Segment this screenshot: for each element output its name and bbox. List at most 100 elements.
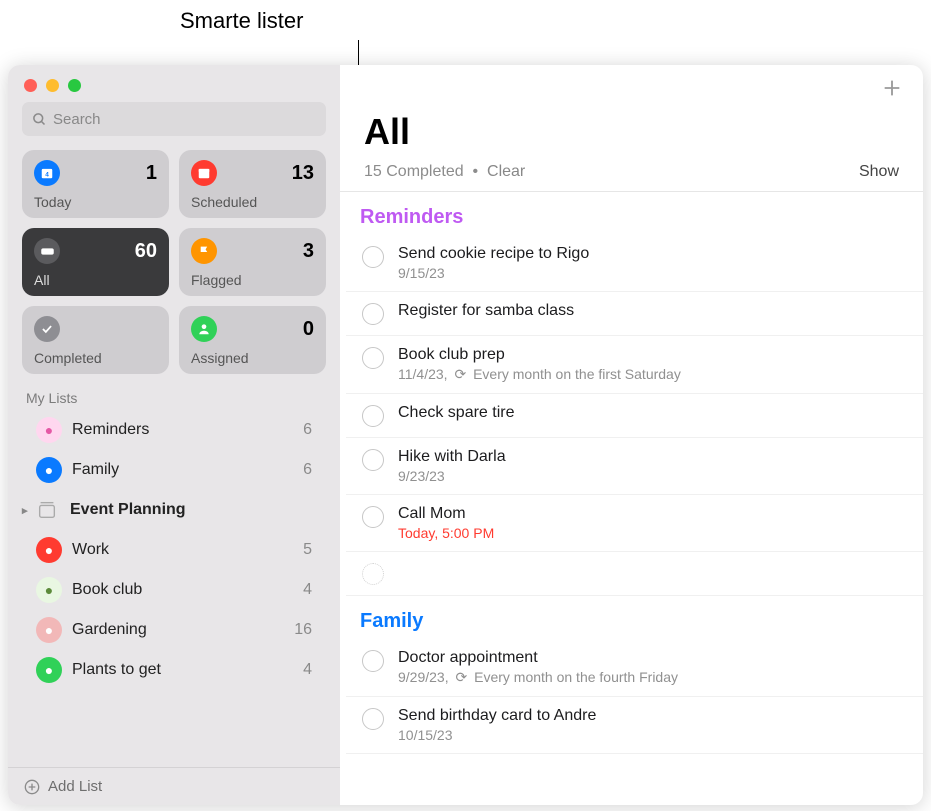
- list-count: 5: [303, 541, 322, 559]
- complete-toggle[interactable]: [362, 303, 384, 325]
- complete-toggle[interactable]: [362, 708, 384, 730]
- complete-toggle[interactable]: [362, 405, 384, 427]
- clear-button[interactable]: Clear: [487, 163, 525, 180]
- reminder-title: Check spare tire: [398, 404, 903, 422]
- list-label: Event Planning: [70, 501, 186, 519]
- smart-list-count: 0: [303, 318, 314, 341]
- smart-list-label: All: [34, 272, 157, 288]
- repeat-icon: ⟳: [454, 366, 466, 383]
- list-row[interactable]: ●Book club4: [8, 570, 340, 610]
- list-icon: ●: [36, 417, 62, 443]
- complete-toggle[interactable]: [362, 347, 384, 369]
- complete-toggle[interactable]: [362, 506, 384, 528]
- list-row[interactable]: ● Plants to get 4: [8, 650, 340, 690]
- smart-list-label: Assigned: [191, 350, 314, 366]
- complete-toggle[interactable]: [362, 563, 384, 585]
- smart-list-count: 13: [292, 162, 314, 185]
- group-header[interactable]: Family: [340, 596, 923, 639]
- reminder-title: Send cookie recipe to Rigo: [398, 245, 903, 263]
- smart-list-today[interactable]: 4 1 Today: [22, 150, 169, 218]
- search-icon: [32, 112, 47, 127]
- page-title: All: [340, 111, 923, 159]
- list-count: 6: [303, 461, 322, 479]
- close-button[interactable]: [24, 79, 37, 92]
- complete-toggle[interactable]: [362, 246, 384, 268]
- reminders-content: Reminders Send cookie recipe to Rigo 9/15/…: [340, 192, 923, 805]
- smart-list-label: Today: [34, 194, 157, 210]
- smart-list-count: 60: [135, 240, 157, 263]
- new-reminder-button[interactable]: [881, 77, 903, 99]
- list-label: Reminders: [72, 421, 149, 439]
- reminder-title: Send birthday card to Andre: [398, 707, 903, 725]
- smart-list-label: Flagged: [191, 272, 314, 288]
- reminder-row[interactable]: [346, 552, 923, 596]
- add-list-label: Add List: [48, 778, 102, 795]
- reminder-row[interactable]: Call MomToday, 5:00 PM: [346, 495, 923, 552]
- list-icon: ●: [36, 457, 62, 483]
- list-count: 4: [303, 581, 322, 599]
- reminder-subtitle: 10/15/23: [398, 727, 903, 743]
- reminder-row[interactable]: Hike with Darla 9/23/23: [346, 438, 923, 495]
- show-button[interactable]: Show: [859, 163, 899, 181]
- smart-lists-grid: 4 1 Today 13 Scheduled 60 All 3 Flagged Completed…: [8, 150, 340, 374]
- smart-list-completed[interactable]: Completed: [22, 306, 169, 374]
- reminder-row[interactable]: Doctor appointment 9/29/23, ⟳ Every month…: [346, 639, 923, 697]
- list-label: Plants to get: [72, 661, 161, 679]
- list-group-icon: [34, 497, 60, 523]
- reminder-row[interactable]: Book club prep 11/4/23, ⟳ Every month on …: [346, 336, 923, 394]
- list-row[interactable]: ●Reminders6: [8, 410, 340, 450]
- smart-list-count: 1: [146, 162, 157, 185]
- list-count: 16: [294, 621, 322, 639]
- repeat-icon: ⟳: [456, 669, 468, 686]
- main-panel: All 15 Completed • Clear Show RemindersS…: [340, 65, 923, 805]
- reminder-subtitle: 11/4/23, ⟳ Every month on the first Satu…: [398, 366, 903, 383]
- smart-list-assigned[interactable]: 0 Assigned: [179, 306, 326, 374]
- minimize-button[interactable]: [46, 79, 59, 92]
- zoom-button[interactable]: [68, 79, 81, 92]
- list-row[interactable]: ●Family6: [8, 450, 340, 490]
- smart-list-scheduled[interactable]: 13 Scheduled: [179, 150, 326, 218]
- reminder-title: Doctor appointment: [398, 649, 903, 667]
- my-lists: ● Reminders 6●Family6 ▸ Event Planning ● Work 5…: [8, 410, 340, 767]
- list-row[interactable]: ● Gardening 16: [8, 610, 340, 650]
- reminder-subtitle: 9/29/23, ⟳ Every month on the fourth Fri…: [398, 669, 903, 686]
- reminder-title: Book club prep: [398, 346, 903, 364]
- svg-text:4: 4: [45, 172, 49, 179]
- app-window: Search 41Today13Scheduled60All3FlaggedCo…: [8, 65, 923, 805]
- list-row[interactable]: ●Work5: [8, 530, 340, 570]
- list-label: Work: [72, 541, 109, 559]
- search-placeholder: Search: [53, 111, 101, 128]
- list-icon: ●: [36, 617, 62, 643]
- list-count: 4: [303, 661, 322, 679]
- completed-count: 15 Completed: [364, 163, 464, 180]
- list-label: Gardening: [72, 621, 147, 639]
- list-row[interactable]: ▸ Event Planning: [8, 490, 340, 530]
- reminder-row[interactable]: Send birthday card to Andre 10/15/23: [346, 697, 923, 754]
- reminder-row[interactable]: Register for samba class: [346, 292, 923, 336]
- smart-list-label: Scheduled: [191, 194, 314, 210]
- complete-toggle[interactable]: [362, 449, 384, 471]
- toolbar: [340, 65, 923, 111]
- smart-list-all[interactable]: 60 All: [22, 228, 169, 296]
- list-label: Book club: [72, 581, 142, 599]
- smart-list-count: 3: [303, 240, 314, 263]
- plus-circle-icon: [24, 779, 40, 795]
- window-controls: [8, 65, 340, 102]
- smart-list-flagged[interactable]: 3 Flagged: [179, 228, 326, 296]
- reminder-subtitle: 9/23/23: [398, 468, 903, 484]
- group-header[interactable]: Reminders: [340, 192, 923, 235]
- reminder-row[interactable]: Check spare tire: [346, 394, 923, 438]
- chevron-right-icon: ▸: [22, 504, 34, 517]
- smart-list-label: Completed: [34, 350, 157, 366]
- search-input[interactable]: Search: [22, 102, 326, 136]
- list-icon: ●: [36, 657, 62, 683]
- reminder-title: Hike with Darla: [398, 448, 903, 466]
- reminder-subtitle: 9/15/23: [398, 265, 903, 281]
- sidebar: Search 41Today13Scheduled60All3FlaggedCo…: [8, 65, 340, 805]
- reminder-row[interactable]: Send cookie recipe to Rigo 9/15/23: [346, 235, 923, 292]
- annotation-label: Smarte lister: [180, 8, 303, 34]
- add-list-button[interactable]: Add List: [8, 767, 340, 805]
- complete-toggle[interactable]: [362, 650, 384, 672]
- my-lists-header: My Lists: [8, 374, 340, 410]
- completed-bar: 15 Completed • Clear Show: [340, 159, 923, 192]
